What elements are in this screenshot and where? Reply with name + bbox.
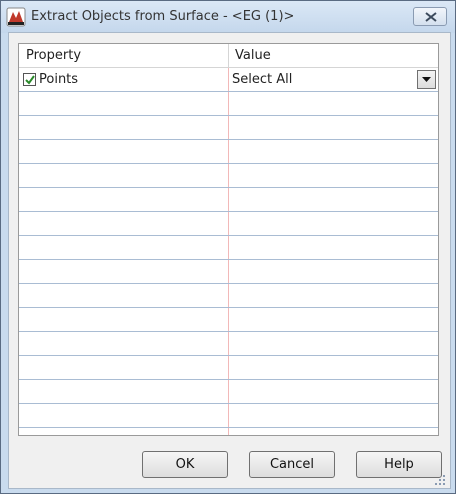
row-line xyxy=(19,379,438,380)
value-dropdown-button[interactable] xyxy=(417,70,436,89)
row-line xyxy=(19,187,438,188)
property-grid: Property Value Points Select All xyxy=(18,43,439,436)
header-value[interactable]: Value xyxy=(235,48,271,63)
row-line xyxy=(19,283,438,284)
row-line xyxy=(19,427,438,428)
value-select[interactable]: Select All xyxy=(232,72,292,87)
dialog-body: Property Value Points Select All OK Canc… xyxy=(8,32,451,489)
grid-header: Property Value xyxy=(19,44,438,68)
row-line xyxy=(19,235,438,236)
points-checkbox[interactable] xyxy=(23,73,36,86)
close-button[interactable] xyxy=(413,7,447,26)
row-line xyxy=(19,163,438,164)
window-title: Extract Objects from Surface - <EG (1)> xyxy=(31,9,295,24)
row-line xyxy=(19,307,438,308)
dialog-window: Extract Objects from Surface - <EG (1)> … xyxy=(0,0,456,494)
property-label: Points xyxy=(39,72,79,87)
ok-button[interactable]: OK xyxy=(142,451,228,478)
header-separator xyxy=(228,44,229,67)
row-line xyxy=(19,115,438,116)
chevron-down-icon xyxy=(422,77,431,82)
row-line xyxy=(19,91,438,92)
cancel-button[interactable]: Cancel xyxy=(249,451,335,478)
help-button[interactable]: Help xyxy=(356,451,442,478)
title-bar[interactable]: Extract Objects from Surface - <EG (1)> xyxy=(1,1,455,33)
row-line xyxy=(19,139,438,140)
row-line xyxy=(19,331,438,332)
close-icon xyxy=(425,12,437,22)
row-line xyxy=(19,355,438,356)
app-icon xyxy=(6,7,26,27)
row-line xyxy=(19,259,438,260)
row-line xyxy=(19,403,438,404)
column-divider xyxy=(228,68,229,435)
resize-grip-icon[interactable] xyxy=(433,473,447,487)
header-property[interactable]: Property xyxy=(26,48,81,63)
right-divider xyxy=(438,68,439,436)
row-line xyxy=(19,211,438,212)
checkmark-icon xyxy=(25,75,35,85)
